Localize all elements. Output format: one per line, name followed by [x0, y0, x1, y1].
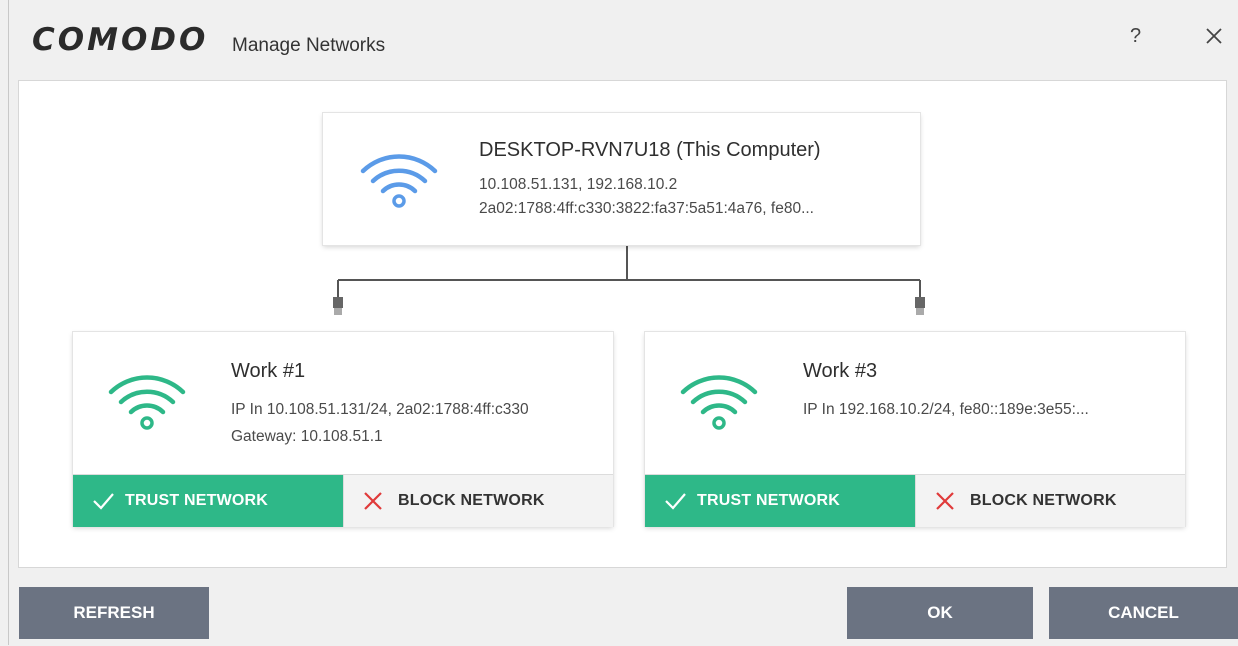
trust-network-button[interactable]: TRUST NETWORK: [73, 475, 343, 527]
wifi-icon: [108, 375, 186, 430]
ok-button[interactable]: OK: [847, 587, 1033, 639]
comodo-logo: COMODO: [32, 22, 209, 58]
window-title: Manage Networks: [232, 35, 386, 56]
network-gateway: Gateway: 10.108.51.1: [231, 428, 383, 445]
block-network-label: BLOCK NETWORK: [970, 492, 1117, 509]
refresh-button[interactable]: REFRESH: [19, 587, 209, 639]
network-card-work-1: Work #1 IP In 10.108.51.131/24, 2a02:178…: [73, 332, 613, 527]
this-computer-card: DESKTOP-RVN7U18 (This Computer) 10.108.5…: [323, 113, 920, 245]
x-icon: [936, 492, 954, 510]
network-actions: TRUST NETWORK BLOCK NETWORK: [645, 474, 1185, 527]
wifi-icon: [680, 375, 758, 430]
trust-network-button[interactable]: TRUST NETWORK: [645, 475, 915, 527]
title-bar: COMODO Manage Networks ?: [0, 0, 1238, 80]
close-icon: [1206, 28, 1222, 44]
network-ip: IP In 10.108.51.131/24, 2a02:1788:4ff:c3…: [231, 401, 529, 418]
block-network-label: BLOCK NETWORK: [398, 492, 545, 509]
computer-ipv6: 2a02:1788:4ff:c330:3822:fa37:5a51:4a76, …: [479, 200, 814, 217]
network-ip: IP In 192.168.10.2/24, fe80::189e:3e55:.…: [803, 401, 1089, 418]
x-icon: [364, 492, 382, 510]
network-actions: TRUST NETWORK BLOCK NETWORK: [73, 474, 613, 527]
computer-name: DESKTOP-RVN7U18 (This Computer): [479, 139, 821, 161]
check-icon: [93, 493, 114, 510]
network-name: Work #3: [803, 360, 878, 382]
check-icon: [665, 493, 686, 510]
network-name: Work #1: [231, 360, 306, 382]
wifi-icon: [360, 154, 438, 208]
trust-network-label: TRUST NETWORK: [697, 492, 841, 509]
block-network-button[interactable]: BLOCK NETWORK: [915, 475, 1185, 527]
cancel-button[interactable]: CANCEL: [1049, 587, 1238, 639]
computer-ipv4: 10.108.51.131, 192.168.10.2: [479, 176, 678, 193]
network-card-work-3: Work #3 IP In 192.168.10.2/24, fe80::189…: [645, 332, 1185, 527]
block-network-button[interactable]: BLOCK NETWORK: [343, 475, 613, 527]
trust-network-label: TRUST NETWORK: [125, 492, 269, 509]
close-button[interactable]: [1200, 22, 1228, 50]
help-button[interactable]: ?: [1130, 25, 1141, 48]
